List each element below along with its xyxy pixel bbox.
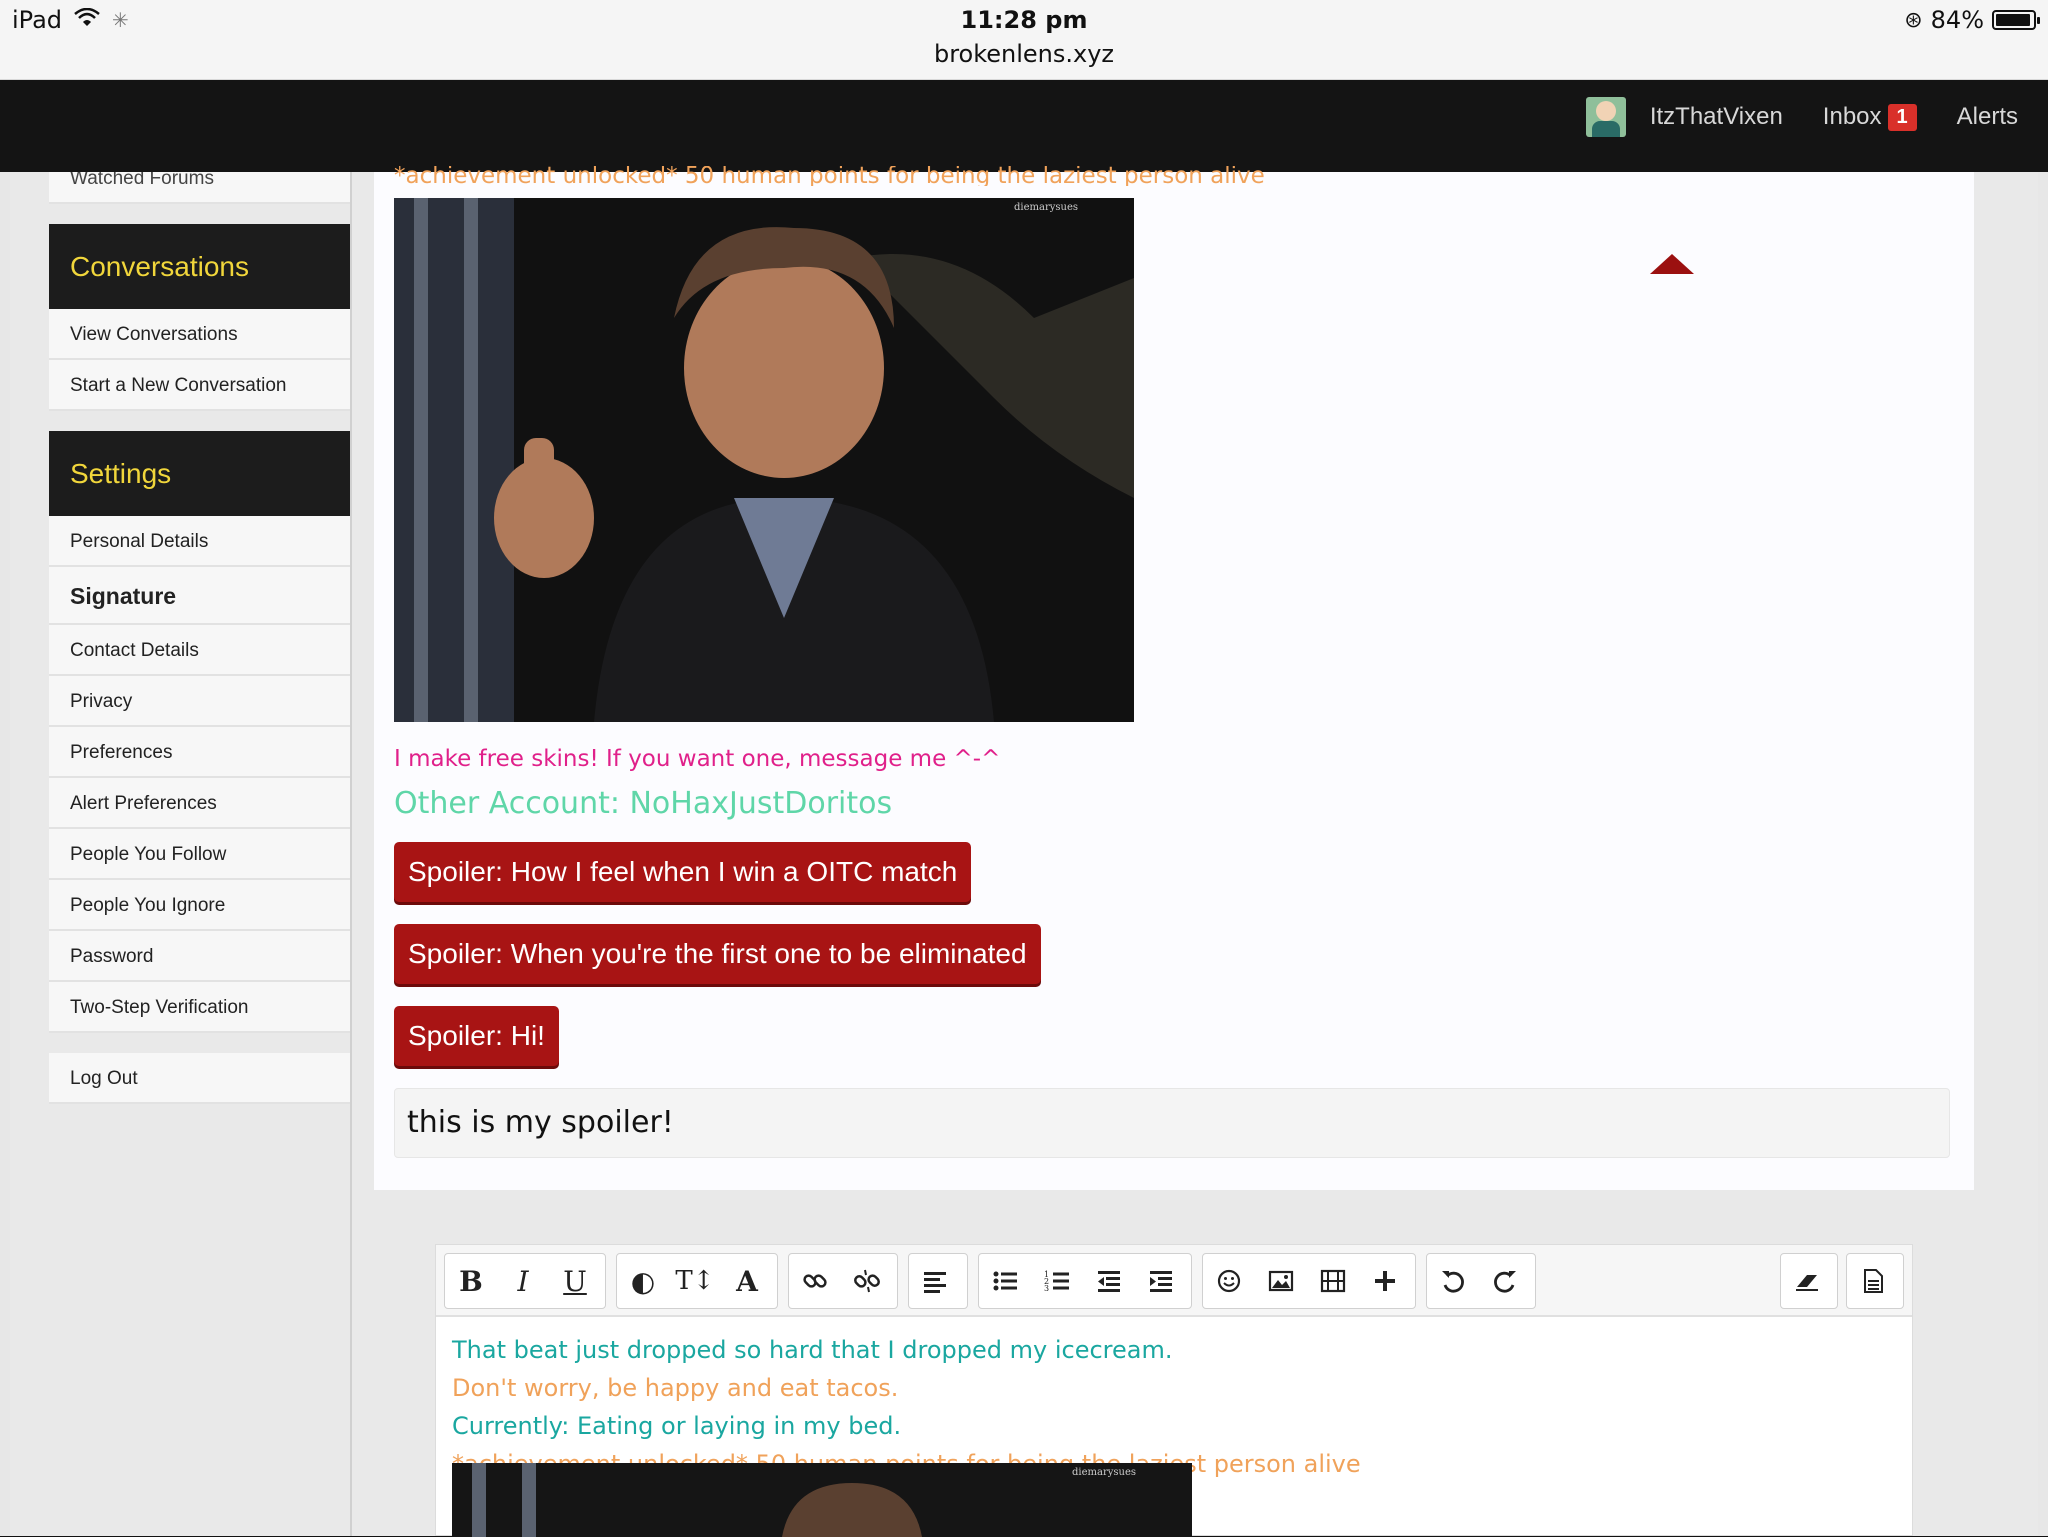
inbox-count-badge: 1 <box>1887 103 1917 131</box>
media-icon[interactable] <box>1307 1254 1359 1308</box>
italic-icon[interactable]: I <box>497 1254 549 1308</box>
address-bar[interactable]: brokenlens.xyz <box>0 40 2048 68</box>
svg-text:3: 3 <box>1044 1284 1049 1293</box>
battery-icon <box>1992 10 2040 30</box>
editor-image-watermark: diemarysues <box>1072 1467 1136 1478</box>
link-icon[interactable] <box>789 1254 841 1308</box>
sidebar-item-view-conversations[interactable]: View Conversations <box>49 309 350 360</box>
remove-formatting-icon[interactable] <box>1781 1254 1833 1308</box>
align-icon[interactable] <box>909 1254 961 1308</box>
sidebar-divider <box>350 172 352 1536</box>
bold-icon[interactable]: B <box>445 1254 497 1308</box>
outdent-icon[interactable] <box>1083 1254 1135 1308</box>
sidebar-item-people-you-follow[interactable]: People You Follow <box>49 829 350 880</box>
indent-icon[interactable] <box>1135 1254 1187 1308</box>
status-time: 11:28 pm <box>960 6 1088 34</box>
spoiler-button-eliminated[interactable]: Spoiler: When you're the first one to be… <box>394 924 1041 984</box>
sidebar-item-alert-preferences[interactable]: Alert Preferences <box>49 778 350 829</box>
sidebar-item-watched-forums[interactable]: Watched Forums <box>49 172 350 204</box>
signature-image: diemarysues <box>394 198 1134 722</box>
sidebar-item-preferences[interactable]: Preferences <box>49 727 350 778</box>
unlink-icon[interactable] <box>841 1254 893 1308</box>
font-size-icon[interactable]: T↕ <box>669 1254 721 1308</box>
toolbar-group-text-style: B I U <box>444 1253 606 1309</box>
sidebar-heading-conversations: Conversations <box>49 224 350 309</box>
sidebar-item-personal-details[interactable]: Personal Details <box>49 516 350 567</box>
sidebar-item-signature[interactable]: Signature <box>49 567 350 625</box>
signature-image-graphic: diemarysues <box>394 198 1134 722</box>
rotation-lock-icon: ⊛ <box>1904 7 1923 33</box>
alerts-link[interactable]: Alerts <box>1957 103 2018 131</box>
editor-image[interactable]: diemarysues <box>452 1463 1192 1537</box>
spoiler-button-hi[interactable]: Spoiler: Hi! <box>394 1006 559 1066</box>
battery-percent: 84% <box>1930 6 1984 34</box>
sidebar-item-contact-details[interactable]: Contact Details <box>49 625 350 676</box>
insert-more-icon[interactable] <box>1359 1254 1411 1308</box>
bullet-list-icon[interactable] <box>979 1254 1031 1308</box>
smilie-icon[interactable] <box>1203 1254 1255 1308</box>
image-icon[interactable] <box>1255 1254 1307 1308</box>
spoiler-content: this is my spoiler! <box>394 1088 1950 1158</box>
username-link[interactable]: ItzThatVixen <box>1650 103 1783 131</box>
sidebar-item-password[interactable]: Password <box>49 931 350 982</box>
numbered-list-icon[interactable]: 123 <box>1031 1254 1083 1308</box>
sidebar-item-people-you-ignore[interactable]: People You Ignore <box>49 880 350 931</box>
inbox-label: Inbox <box>1822 103 1882 130</box>
editor-line-beat: That beat just dropped so hard that I dr… <box>452 1336 1173 1364</box>
signature-editor: B I U ◐ T↕ A 1 2 3 That beat just droppe… <box>435 1244 1913 1537</box>
sidebar-item-log-out[interactable]: Log Out <box>49 1053 350 1104</box>
scroll-up-arrow-icon[interactable] <box>1650 254 1694 274</box>
sidebar-heading-settings: Settings <box>49 431 350 516</box>
sidebar-item-privacy[interactable]: Privacy <box>49 676 350 727</box>
editor-image-graphic: diemarysues <box>452 1463 1192 1537</box>
undo-icon[interactable] <box>1427 1254 1479 1308</box>
text-color-icon[interactable]: ◐ <box>617 1254 669 1308</box>
toolbar-group-lists: 123 <box>978 1253 1192 1309</box>
signature-line-cut: *achievement unlocked* 50 human points f… <box>394 166 1265 186</box>
toolbar-group-remove-format <box>1780 1253 1838 1309</box>
toolbar-group-history <box>1426 1253 1536 1309</box>
toolbar-group-links <box>788 1253 898 1309</box>
account-sidebar: Watched Forums Conversations View Conver… <box>49 172 350 1104</box>
avatar[interactable] <box>1585 97 1626 137</box>
site-navigation: ItzThatVixen Inbox 1 Alerts <box>0 80 2048 172</box>
font-family-icon[interactable]: A <box>721 1254 773 1308</box>
sidebar-item-two-step-verification[interactable]: Two-Step Verification <box>49 982 350 1033</box>
signature-line-other-account: Other Account: NoHaxJustDoritos <box>394 786 893 821</box>
image-watermark: diemarysues <box>1014 202 1078 213</box>
redo-icon[interactable] <box>1479 1254 1531 1308</box>
editor-line-tacos: Don't worry, be happy and eat tacos. <box>452 1374 899 1402</box>
inbox-link[interactable]: Inbox 1 <box>1823 103 1917 131</box>
signature-preview: *achievement unlocked* 50 human points f… <box>374 166 1974 1190</box>
toggle-bbcode-icon[interactable] <box>1847 1254 1899 1308</box>
underline-icon[interactable]: U <box>549 1254 601 1308</box>
toolbar-group-align <box>908 1253 968 1309</box>
user-nav: ItzThatVixen Inbox 1 Alerts <box>1585 92 2018 142</box>
signature-line-skins: I make free skins! If you want one, mess… <box>394 746 1001 772</box>
status-bar: iPad ✳ 11:28 pm brokenlens.xyz ⊛ 84% <box>0 0 2048 80</box>
editor-content[interactable]: That beat just dropped so hard that I dr… <box>452 1331 1892 1483</box>
toolbar-group-bbcode <box>1846 1253 1904 1309</box>
editor-toolbar: B I U ◐ T↕ A 1 2 3 <box>436 1245 1912 1317</box>
status-right: ⊛ 84% <box>1904 6 2040 34</box>
editor-line-currently: Currently: Eating or laying in my bed. <box>452 1412 902 1440</box>
page-content: Watched Forums Conversations View Conver… <box>0 166 2048 1537</box>
sidebar-item-start-conversation[interactable]: Start a New Conversation <box>49 360 350 411</box>
toolbar-group-insert <box>1202 1253 1416 1309</box>
toolbar-group-font: ◐ T↕ A <box>616 1253 778 1309</box>
spoiler-button-oitc[interactable]: Spoiler: How I feel when I win a OITC ma… <box>394 842 972 902</box>
